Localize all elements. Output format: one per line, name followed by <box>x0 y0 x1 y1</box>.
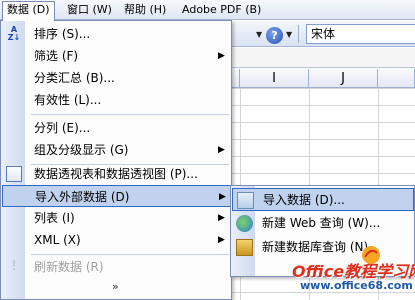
menu-separator <box>31 114 229 115</box>
sort-az-icon: A Z↓ <box>7 25 21 42</box>
menu-item-label: 导入外部数据 (D) <box>35 190 130 204</box>
pivot-table-icon <box>6 166 22 182</box>
column-header-i[interactable]: I <box>240 69 309 88</box>
column-header-partial <box>232 69 240 88</box>
expand-menu-icon[interactable]: » <box>112 280 119 293</box>
menu-help[interactable]: 帮助 (H) <box>120 2 170 18</box>
submenu-arrow-icon: ▶ <box>218 51 225 61</box>
column-header-k-partial[interactable] <box>378 69 415 88</box>
column-header-j[interactable]: J <box>309 69 378 88</box>
menu-item-label: 筛选 (F) <box>34 49 79 63</box>
menu-item-group-outline[interactable]: 组及分级显示 (G) ▶ <box>2 139 231 161</box>
menu-item-label: 列表 (I) <box>34 211 75 225</box>
menu-item-filter[interactable]: 筛选 (F) ▶ <box>2 45 231 67</box>
menu-data[interactable]: 数据 (D) <box>2 1 55 21</box>
menu-item-label: 排序 (S)... <box>34 27 91 41</box>
menu-item-label: 分类汇总 (B)... <box>34 71 115 85</box>
menu-item-label: 数据透视表和数据透视图 (P)... <box>34 167 198 181</box>
web-query-icon <box>236 215 253 232</box>
submenu-item-new-database-query[interactable]: 新建数据库查询 (N)... <box>232 236 414 259</box>
menu-item-subtotals[interactable]: 分类汇总 (B)... <box>2 67 231 89</box>
submenu-arrow-icon: ▶ <box>218 145 225 155</box>
help-dropdown-arrow-icon[interactable]: ▼ <box>286 30 292 39</box>
submenu-arrow-icon: ▶ <box>218 213 225 223</box>
help-icon[interactable]: ? <box>266 27 283 44</box>
menu-item-import-external-data[interactable]: 导入外部数据 (D) ▶ <box>2 185 231 207</box>
menu-item-xml[interactable]: XML (X) ▶ <box>2 229 231 251</box>
toolbar-separator <box>298 25 299 43</box>
menu-window[interactable]: 窗口 (W) <box>63 2 116 18</box>
refresh-icon: ! <box>11 259 17 274</box>
toolbar-dropdown-arrow-icon[interactable]: ▼ <box>256 30 262 39</box>
font-name-combo[interactable]: 宋体 <box>306 24 415 44</box>
menu-item-pivot-table[interactable]: 数据透视表和数据透视图 (P)... <box>2 163 231 185</box>
database-query-icon <box>236 239 253 256</box>
submenu-arrow-icon: ▶ <box>219 192 226 202</box>
submenu-item-import-data[interactable]: 导入数据 (D)... <box>232 188 414 211</box>
menu-adobe-pdf[interactable]: Adobe PDF (B) <box>178 2 265 18</box>
menu-bar: 数据 (D) 窗口 (W) 帮助 (H) Adobe PDF (B) <box>0 0 415 21</box>
menu-item-refresh-data: ! 刷新数据 (R) <box>2 256 231 278</box>
watermark-url: www.office68.com <box>300 279 413 292</box>
menu-item-list[interactable]: 列表 (I) ▶ <box>2 207 231 229</box>
data-menu: A Z↓ 排序 (S)... 筛选 (F) ▶ 分类汇总 (B)... 有效性 (… <box>0 20 232 300</box>
menu-item-label: XML (X) <box>34 233 81 247</box>
menu-item-validation[interactable]: 有效性 (L)... <box>2 89 231 111</box>
menu-separator <box>31 254 229 255</box>
menu-item-sort[interactable]: A Z↓ 排序 (S)... <box>2 23 231 45</box>
submenu-arrow-icon: ▶ <box>218 235 225 245</box>
menu-item-label: 组及分级显示 (G) <box>34 143 129 157</box>
submenu-item-label: 新建 Web 查询 (W)... <box>262 216 381 230</box>
menu-item-label: 分列 (E)... <box>34 121 91 135</box>
menu-item-text-to-columns[interactable]: 分列 (E)... <box>2 117 231 139</box>
submenu-item-label: 导入数据 (D)... <box>263 193 345 207</box>
menu-item-label: 有效性 (L)... <box>34 93 102 107</box>
submenu-item-new-web-query[interactable]: 新建 Web 查询 (W)... <box>232 212 414 235</box>
import-data-icon <box>237 192 254 209</box>
menu-item-label: 刷新数据 (R) <box>34 260 104 274</box>
